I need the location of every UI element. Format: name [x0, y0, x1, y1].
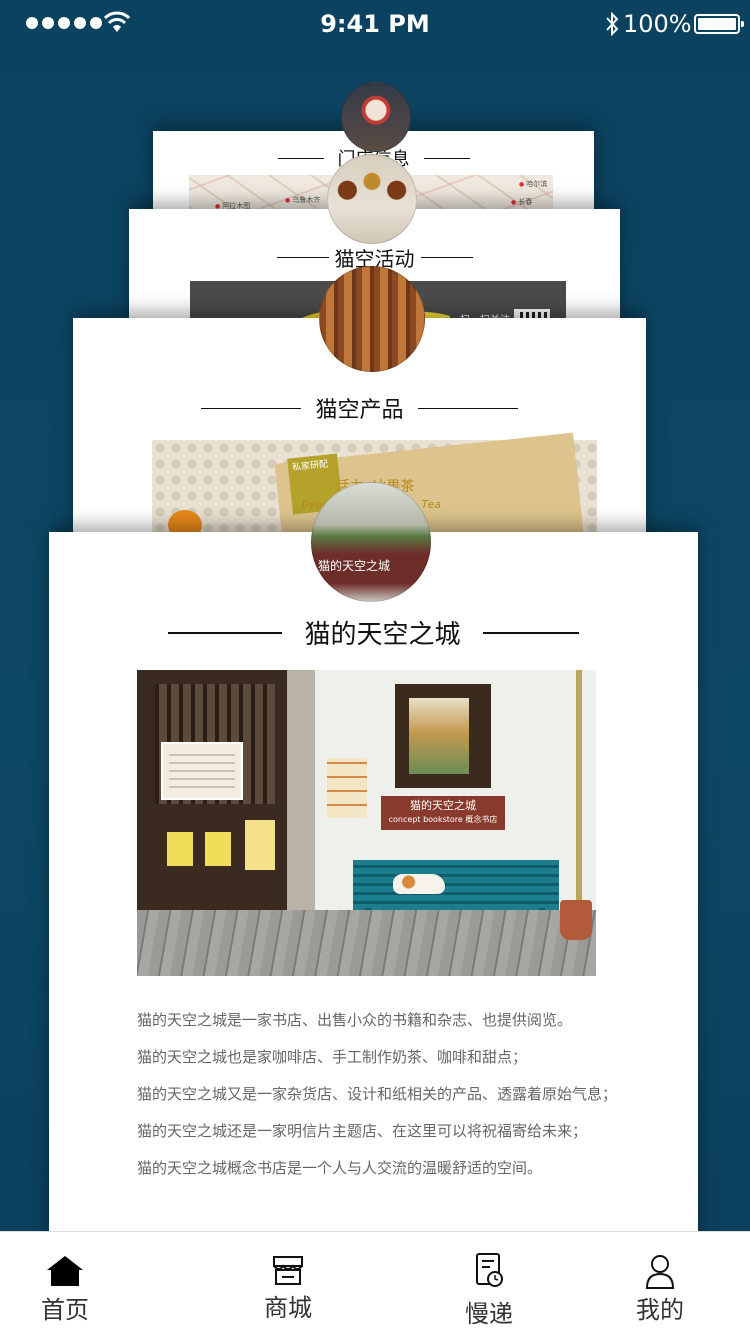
photo-shop-sign: 猫的天空之城 concept bookstore 概念书店 [381, 796, 505, 830]
main-card[interactable]: 猫的天空之城 猫的天空之城 concept bookstore 概念书店 猫的天… [49, 532, 698, 1252]
battery-percent: 100% [623, 10, 692, 38]
product-title-row: 猫空产品 [73, 392, 646, 424]
title-divider [168, 631, 283, 634]
product-title: 猫空产品 [315, 398, 404, 423]
product-thumbnail[interactable] [319, 266, 425, 372]
tab-mall-label: 商城 [264, 1294, 312, 1322]
tab-mine[interactable]: 我的 [595, 1232, 725, 1334]
home-icon [47, 1256, 83, 1286]
photo-bamboo [576, 670, 582, 910]
photo-note [245, 820, 275, 870]
title-divider [276, 257, 329, 258]
tab-delivery[interactable]: 慢递 [424, 1232, 554, 1334]
photo-cat [393, 874, 445, 894]
title-divider [423, 157, 470, 159]
tab-bar: 首页 商城 慢递 我的 [0, 1231, 750, 1334]
main-thumbnail[interactable]: 猫的天空之城 [311, 482, 431, 602]
photo-bench [353, 860, 559, 910]
title-divider [417, 407, 518, 409]
photo-poster [161, 742, 243, 800]
photo-wall-notes [327, 758, 367, 818]
title-divider [201, 407, 302, 409]
map-city-label: 哈尔滨 [519, 179, 547, 189]
title-divider [482, 631, 579, 634]
photo-window [395, 684, 491, 788]
tab-delivery-label: 慢递 [465, 1300, 513, 1328]
store-description: 猫的天空之城是一家书店、出售小众的书籍和杂志、也提供阅览。 猫的天空之城也是家咖… [137, 1002, 677, 1187]
product-tag-green-text: 私家研配 [291, 459, 329, 474]
person-icon [645, 1255, 675, 1289]
main-title-row: 猫的天空之城 [49, 614, 698, 651]
photo-sign-subtext: concept bookstore 概念书店 [388, 815, 498, 824]
photo-pillar [287, 670, 315, 910]
title-divider [277, 157, 324, 159]
clock-document-icon [476, 1253, 503, 1287]
photo-ground [137, 910, 596, 976]
photo-plant [560, 900, 592, 940]
photo-sign-text: 猫的天空之城 [410, 799, 476, 812]
store-thumbnail[interactable] [341, 82, 411, 152]
map-city-label: 长春 [511, 197, 532, 207]
description-line: 猫的天空之城又是一家杂货店、设计和纸相关的产品、透露着原始气息； [137, 1085, 618, 1103]
description-line: 猫的天空之城概念书店是一个人与人交流的温暖舒适的空间。 [137, 1159, 543, 1177]
storefront-photo: 猫的天空之城 concept bookstore 概念书店 [137, 670, 596, 976]
title-divider [420, 257, 473, 258]
main-title: 猫的天空之城 [304, 620, 461, 650]
main-thumbnail-text: 猫的天空之城 [318, 559, 391, 573]
battery-icon [694, 14, 744, 34]
tab-mall[interactable]: 商城 [223, 1232, 353, 1334]
tab-home[interactable]: 首页 [0, 1232, 130, 1334]
status-bar: 9:41 PM 100% [0, 0, 750, 48]
photo-note [205, 832, 231, 866]
description-line: 猫的天空之城还是一家明信片主题店、在这里可以将祝福寄给未来； [137, 1122, 588, 1140]
store-icon [273, 1256, 303, 1285]
description-line: 猫的天空之城是一家书店、出售小众的书籍和杂志、也提供阅览。 [137, 1011, 573, 1029]
map-city-label: 乌鲁木齐 [285, 195, 320, 205]
activity-thumbnail[interactable] [327, 154, 417, 244]
tab-home-label: 首页 [41, 1296, 89, 1324]
description-line: 猫的天空之城也是家咖啡店、手工制作奶茶、咖啡和甜点； [137, 1048, 528, 1066]
tab-mine-label: 我的 [636, 1296, 684, 1324]
bluetooth-icon [606, 11, 619, 37]
photo-note [167, 832, 193, 866]
